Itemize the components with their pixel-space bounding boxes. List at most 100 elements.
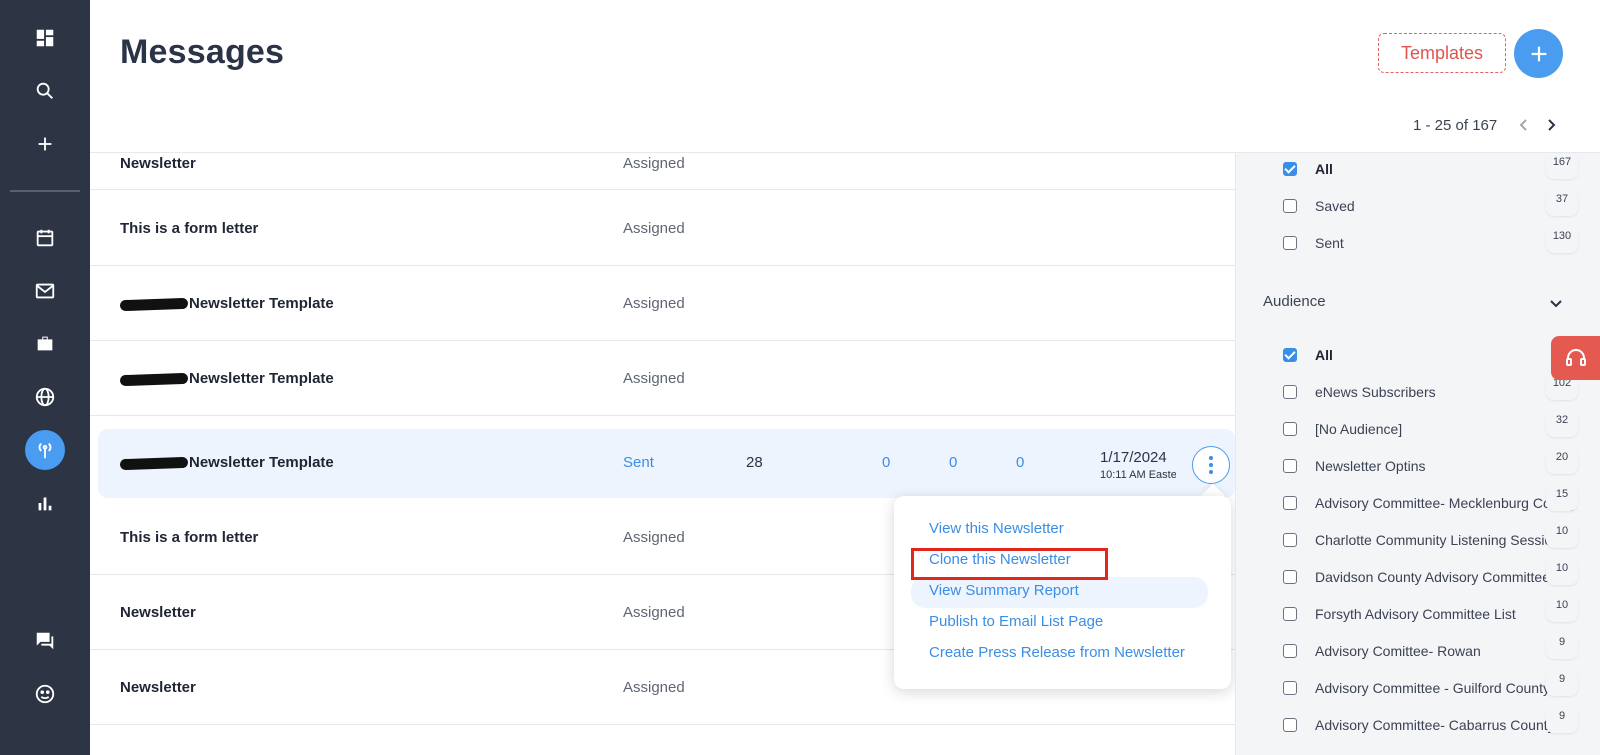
pagination-range: 1 - 25 of 167 bbox=[1413, 117, 1498, 134]
sidebar-divider bbox=[10, 190, 80, 192]
recipients-count: 28 bbox=[746, 454, 763, 471]
filter-audience-item[interactable]: Forsyth Advisory Committee List bbox=[1283, 603, 1516, 625]
checkbox[interactable] bbox=[1283, 236, 1297, 250]
message-name[interactable]: This is a form letter bbox=[120, 220, 258, 237]
previous-page-button[interactable] bbox=[1515, 115, 1533, 135]
message-name[interactable]: Newsletter bbox=[120, 155, 196, 172]
filter-audience-item[interactable]: eNews Subscribers bbox=[1283, 381, 1436, 403]
stat-count[interactable]: 0 bbox=[1016, 454, 1024, 471]
sidebar bbox=[0, 0, 90, 755]
checkbox[interactable] bbox=[1283, 570, 1297, 584]
count-badge: 9 bbox=[1546, 633, 1578, 659]
message-name[interactable]: Newsletter bbox=[120, 679, 196, 696]
message-name[interactable]: Newsletter Template bbox=[119, 454, 334, 471]
message-status: Assigned bbox=[623, 155, 685, 172]
chevron-right-icon bbox=[1548, 119, 1556, 131]
next-page-button[interactable] bbox=[1542, 115, 1560, 135]
table-row-selected[interactable]: Newsletter Template Sent 28 0 0 0 1/17/2… bbox=[98, 429, 1235, 498]
smiley-icon[interactable] bbox=[25, 674, 65, 714]
checkbox[interactable] bbox=[1283, 533, 1297, 547]
message-status: Sent bbox=[623, 454, 654, 471]
checkbox[interactable] bbox=[1283, 199, 1297, 213]
redacted-text bbox=[119, 456, 189, 470]
count-badge: 10 bbox=[1546, 559, 1578, 585]
audience-heading[interactable]: Audience bbox=[1263, 293, 1326, 310]
filter-audience-item[interactable]: Advisory Comittee- Rowan bbox=[1283, 640, 1481, 662]
support-button[interactable] bbox=[1551, 336, 1600, 380]
page-title: Messages bbox=[120, 33, 285, 71]
page-header: Messages Templates 1 - 25 of 167 bbox=[90, 0, 1600, 153]
templates-button[interactable]: Templates bbox=[1378, 33, 1506, 73]
message-name[interactable]: Newsletter Template bbox=[119, 370, 334, 387]
count-badge: 32 bbox=[1546, 411, 1578, 437]
checkbox[interactable] bbox=[1283, 459, 1297, 473]
filter-status-saved[interactable]: Saved bbox=[1283, 195, 1355, 217]
stat-count[interactable]: 0 bbox=[949, 454, 957, 471]
checkbox[interactable] bbox=[1283, 496, 1297, 510]
sent-time: 10:11 AM Eastern bbox=[1100, 469, 1176, 481]
filter-audience-item[interactable]: Newsletter Optins bbox=[1283, 455, 1425, 477]
filter-panel: All 167 Saved 37 Sent 130 Audience All e… bbox=[1235, 153, 1600, 755]
message-name[interactable]: Newsletter Template bbox=[119, 295, 334, 312]
count-badge: 167 bbox=[1546, 153, 1578, 179]
checkbox[interactable] bbox=[1283, 644, 1297, 658]
checkbox[interactable] bbox=[1283, 718, 1297, 732]
message-name[interactable]: This is a form letter bbox=[120, 529, 258, 546]
count-badge: 37 bbox=[1546, 190, 1578, 216]
menu-item-publish-email-list[interactable]: Publish to Email List Page bbox=[929, 613, 1103, 630]
filter-audience-item[interactable]: [No Audience] bbox=[1283, 418, 1402, 440]
context-menu: View this Newsletter Clone this Newslett… bbox=[894, 496, 1231, 689]
kebab-icon bbox=[1209, 456, 1213, 474]
filter-status-all[interactable]: All bbox=[1283, 158, 1333, 180]
more-actions-button[interactable] bbox=[1192, 446, 1230, 484]
message-status: Assigned bbox=[623, 604, 685, 621]
dashboard-icon[interactable] bbox=[25, 18, 65, 58]
table-row[interactable]: This is a form letter Assigned bbox=[90, 191, 1235, 266]
headset-icon bbox=[1565, 349, 1586, 366]
checkbox[interactable] bbox=[1283, 348, 1297, 362]
message-name[interactable]: Newsletter bbox=[120, 604, 196, 621]
menu-item-view-newsletter[interactable]: View this Newsletter bbox=[929, 520, 1064, 537]
count-badge: 10 bbox=[1546, 596, 1578, 622]
chevron-left-icon bbox=[1519, 119, 1527, 131]
menu-item-create-press-release[interactable]: Create Press Release from Newsletter bbox=[929, 644, 1185, 661]
mail-icon[interactable] bbox=[25, 271, 65, 311]
filter-audience-item[interactable]: Charlotte Community Listening Session bbox=[1283, 529, 1560, 551]
redacted-text bbox=[119, 297, 189, 311]
filter-audience-item[interactable]: Advisory Committee- Mecklenburg County bbox=[1283, 492, 1577, 514]
checkbox[interactable] bbox=[1283, 385, 1297, 399]
stat-count[interactable]: 0 bbox=[882, 454, 890, 471]
filter-audience-all[interactable]: All bbox=[1283, 344, 1333, 366]
calendar-icon[interactable] bbox=[25, 218, 65, 258]
add-message-button[interactable] bbox=[1514, 29, 1563, 78]
checkbox[interactable] bbox=[1283, 422, 1297, 436]
count-badge: 130 bbox=[1546, 227, 1578, 253]
broadcast-icon[interactable] bbox=[25, 430, 65, 470]
filter-audience-item[interactable]: Advisory Committee - Guilford County bbox=[1283, 677, 1550, 699]
search-icon[interactable] bbox=[25, 71, 65, 111]
count-badge: 20 bbox=[1546, 448, 1578, 474]
message-status: Assigned bbox=[623, 295, 685, 312]
menu-item-summary-report[interactable]: View Summary Report bbox=[929, 582, 1079, 599]
chat-icon[interactable] bbox=[25, 621, 65, 661]
plus-icon[interactable] bbox=[25, 124, 65, 164]
menu-item-clone-newsletter[interactable]: Clone this Newsletter bbox=[929, 551, 1071, 568]
bar-chart-icon[interactable] bbox=[25, 483, 65, 523]
filter-audience-item[interactable]: Davidson County Advisory Committee List bbox=[1283, 566, 1576, 588]
chevron-down-icon[interactable] bbox=[1549, 296, 1563, 310]
redacted-text bbox=[119, 372, 189, 386]
filter-audience-item[interactable]: Advisory Committee- Cabarrus County bbox=[1283, 714, 1555, 736]
globe-icon[interactable] bbox=[25, 377, 65, 417]
briefcase-icon[interactable] bbox=[25, 324, 65, 364]
count-badge: 15 bbox=[1546, 485, 1578, 511]
filter-status-sent[interactable]: Sent bbox=[1283, 232, 1344, 254]
table-row[interactable]: Newsletter Template Assigned bbox=[90, 266, 1235, 341]
message-status: Assigned bbox=[623, 370, 685, 387]
count-badge: 9 bbox=[1546, 670, 1578, 696]
checkbox[interactable] bbox=[1283, 162, 1297, 176]
checkbox[interactable] bbox=[1283, 681, 1297, 695]
checkbox[interactable] bbox=[1283, 607, 1297, 621]
plus-icon bbox=[1531, 46, 1546, 61]
table-row[interactable]: Newsletter Template Assigned bbox=[90, 341, 1235, 416]
table-row[interactable]: Newsletter Assigned bbox=[90, 153, 1235, 190]
